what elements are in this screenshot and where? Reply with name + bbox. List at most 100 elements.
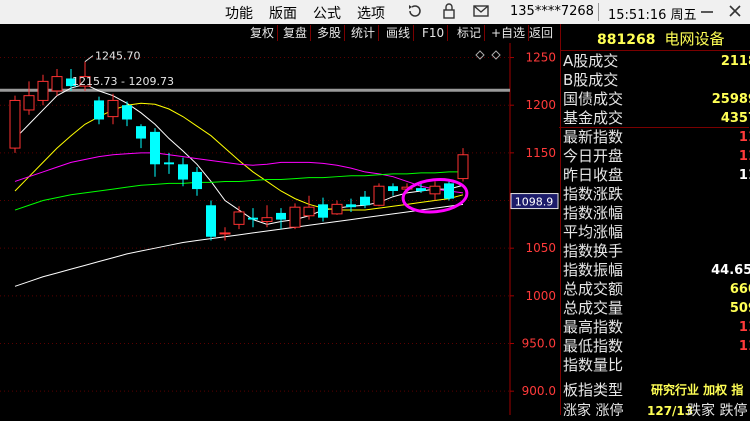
advance-label: 涨家 涨停 bbox=[563, 403, 624, 419]
board-type-label: 板指类型 bbox=[563, 381, 624, 399]
candle bbox=[23, 81, 35, 115]
candle bbox=[373, 183, 385, 207]
quote-value: 4357 bbox=[720, 111, 750, 126]
candle-body bbox=[122, 105, 132, 120]
quote-label: 最新指数 bbox=[563, 128, 624, 146]
close-icon[interactable] bbox=[726, 2, 744, 20]
decline-label: 跌家 跌停 bbox=[687, 403, 748, 419]
quote-label: 指数涨幅 bbox=[563, 204, 624, 222]
max-label: 1245.70 bbox=[95, 50, 141, 63]
quote-value: 11 bbox=[738, 130, 750, 145]
candle-body bbox=[233, 211, 245, 225]
quote-value: 11 bbox=[738, 168, 750, 183]
title-bar: 功能 版面 公式 选项 135****7268 15:51:16 周五 bbox=[0, 0, 750, 25]
quote-label: 指数振幅 bbox=[563, 261, 624, 279]
user-phone[interactable]: 135****7268 bbox=[510, 4, 594, 19]
candle bbox=[178, 157, 188, 187]
add-watchlist-button[interactable]: +自选 bbox=[491, 25, 530, 41]
quote-row: 昨日收盘 11 bbox=[563, 166, 750, 185]
quote-value: 11 bbox=[738, 149, 750, 164]
f10-button[interactable]: F10 bbox=[422, 25, 449, 41]
menu-formula[interactable]: 公式 bbox=[313, 3, 341, 23]
candle bbox=[289, 203, 301, 230]
quote-label: 基金成交 bbox=[563, 109, 624, 127]
candle-body bbox=[136, 126, 146, 139]
quote-panel: 881268 电网设备 A股成交 2118 B股成交-国债成交 25989 基金成交 43… bbox=[559, 24, 750, 419]
quote-row: 最高指数 11 bbox=[563, 318, 750, 337]
quote-label: 昨日收盘 bbox=[563, 166, 624, 184]
quote-row: 指数振幅 44.65/ bbox=[563, 261, 750, 280]
quote-row: 指数涨跌 bbox=[563, 185, 750, 204]
chart-grid bbox=[0, 43, 511, 415]
candle bbox=[318, 197, 328, 222]
candle bbox=[94, 96, 104, 125]
tick-label: 1050 bbox=[525, 241, 556, 255]
tick-label: 1200 bbox=[525, 98, 556, 112]
range-label: 1215.73 - 1209.73 bbox=[72, 75, 174, 88]
candle bbox=[444, 181, 454, 201]
candle-body bbox=[219, 232, 231, 235]
quote-row: 指数涨幅 bbox=[563, 204, 750, 223]
refresh-icon[interactable] bbox=[406, 2, 424, 20]
stats-button[interactable]: 统计 bbox=[351, 25, 380, 41]
candle-body bbox=[192, 171, 202, 190]
quote-row: 国债成交 25989 bbox=[563, 90, 750, 109]
chart-toolbar: 复权 复盘 多股 统计 画线 F10 标记 +自选 返回 bbox=[0, 24, 560, 43]
candle-body bbox=[94, 100, 104, 120]
candle-body bbox=[261, 217, 273, 222]
candle-body bbox=[360, 196, 370, 206]
quote-label: 平均涨幅 bbox=[563, 223, 624, 241]
back-button[interactable]: 返回 bbox=[529, 25, 556, 41]
menu-function[interactable]: 功能 bbox=[225, 3, 253, 23]
ma-line-ma10 bbox=[14, 102, 464, 211]
candle-body bbox=[248, 217, 258, 220]
candle bbox=[164, 152, 174, 174]
panel-divider bbox=[561, 50, 750, 51]
candle bbox=[429, 181, 441, 201]
quote-label: 最高指数 bbox=[563, 318, 624, 336]
quote-row: 最新指数 11 bbox=[563, 128, 750, 147]
candle bbox=[37, 74, 49, 106]
draw-line-button[interactable]: 画线 bbox=[386, 25, 415, 41]
candle-body bbox=[444, 183, 454, 199]
menu-layout[interactable]: 版面 bbox=[269, 3, 297, 23]
stock-name: 电网设备 bbox=[664, 30, 725, 48]
quote-value: 660 bbox=[729, 282, 750, 297]
candle bbox=[136, 124, 146, 149]
multi-stock-button[interactable]: 多股 bbox=[317, 25, 346, 41]
candle-body bbox=[107, 99, 119, 118]
max-marker-line bbox=[84, 55, 94, 63]
quote-label: 最低指数 bbox=[563, 337, 624, 355]
minimize-icon[interactable] bbox=[698, 2, 716, 20]
candle-body bbox=[206, 205, 216, 237]
tick-label: 1000 bbox=[525, 289, 556, 303]
kline-chart[interactable]: 125012001150110010501000950.0900.0 1245.… bbox=[0, 43, 560, 415]
lock-icon[interactable] bbox=[440, 2, 458, 20]
quote-label: 指数换手 bbox=[563, 242, 624, 260]
adjust-button[interactable]: 复权 bbox=[250, 25, 279, 41]
candle-body bbox=[9, 99, 21, 149]
candle bbox=[150, 128, 160, 177]
quote-value: 11 bbox=[738, 320, 750, 335]
candle-body bbox=[373, 185, 385, 206]
candle bbox=[303, 195, 315, 220]
message-icon[interactable] bbox=[472, 2, 490, 20]
candle-body bbox=[289, 206, 301, 228]
candle bbox=[233, 206, 245, 230]
candle-body bbox=[164, 162, 174, 165]
quote-row: 总成交额 660 bbox=[563, 280, 750, 299]
mark-button[interactable]: 标记 bbox=[457, 25, 486, 41]
ma-line-ma5 bbox=[14, 83, 464, 225]
candle-body bbox=[346, 204, 356, 208]
quote-row: 总成交量 509 bbox=[563, 299, 750, 318]
candle bbox=[107, 93, 119, 125]
quote-row: B股成交- bbox=[563, 71, 750, 90]
replay-button[interactable]: 复盘 bbox=[283, 25, 312, 41]
candle bbox=[457, 148, 469, 182]
quote-row: 今日开盘 11 bbox=[563, 147, 750, 166]
menu-options[interactable]: 选项 bbox=[357, 3, 385, 23]
candle-body bbox=[457, 154, 469, 180]
title-divider bbox=[598, 3, 599, 21]
quote-label: 指数涨跌 bbox=[563, 185, 624, 203]
stock-header: 881268 电网设备 bbox=[597, 28, 725, 49]
